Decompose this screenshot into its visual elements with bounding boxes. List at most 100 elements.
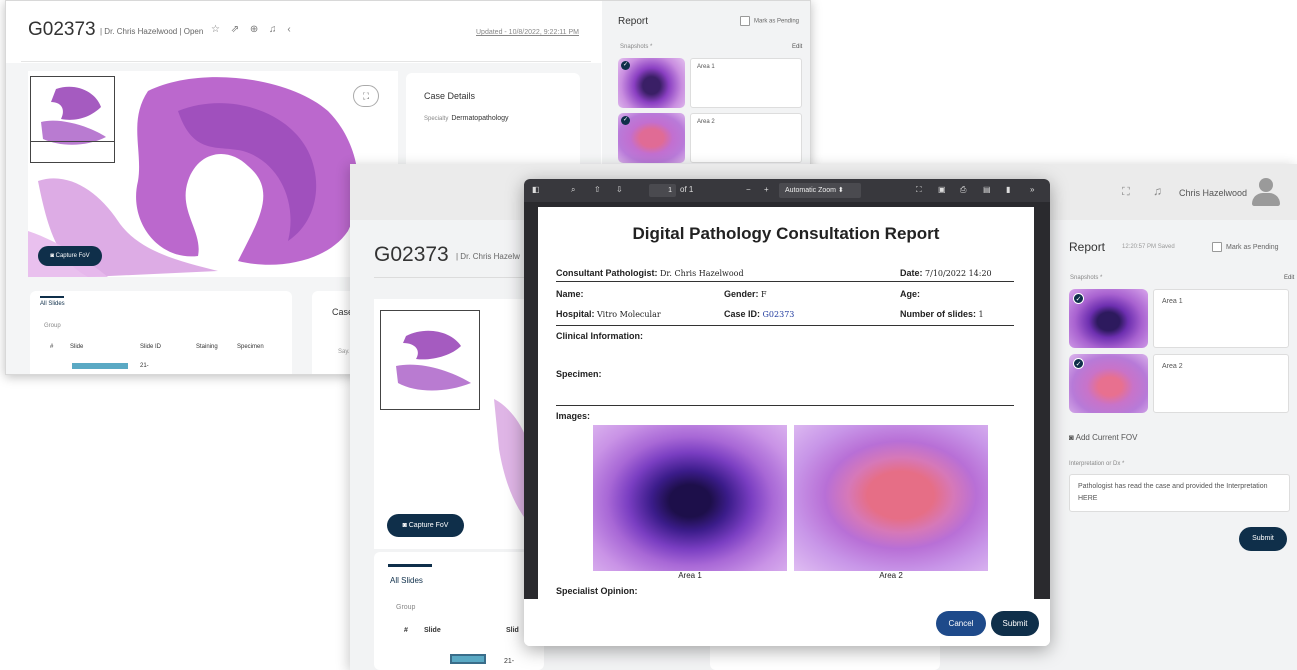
open-file-icon[interactable]: ▣ xyxy=(938,185,946,194)
date-field: Date: 7/10/2022 14:20 xyxy=(900,268,992,278)
slides-card: All Slides Group # Slide Slid 21- xyxy=(374,552,544,670)
field-label: Specialist Opinion: xyxy=(556,586,638,596)
updated-link[interactable]: Updated - 10/8/2022, 9:22:11 PM xyxy=(476,29,579,36)
divider xyxy=(556,281,1014,282)
divider xyxy=(556,325,1014,326)
report-panel: Report 12:20:57 PM Saved Mark as Pending… xyxy=(1056,220,1297,670)
report-title: Report xyxy=(1069,240,1106,254)
page-total: of 1 xyxy=(680,185,694,194)
interpretation-label: Interpretation or Dx * xyxy=(1069,461,1125,467)
report-title: Report xyxy=(618,16,649,27)
capture-fov-button[interactable]: ◙ Capture FoV xyxy=(387,514,464,537)
pdf-preview-modal: ◧ ⌕ ⇧ ⇩ 1 of 1 − + Automatic Zoom ⬍ ⛶ ▣ … xyxy=(524,179,1050,646)
cancel-button[interactable]: Cancel xyxy=(936,611,986,636)
field-label: Case ID: xyxy=(724,309,761,319)
snapshot-label: Area 2 xyxy=(697,119,715,125)
more-tools-icon[interactable]: » xyxy=(1030,185,1034,194)
fullscreen-button[interactable]: ⛶ xyxy=(353,85,379,107)
pdf-viewport[interactable]: Digital Pathology Consultation Report Co… xyxy=(524,202,1050,599)
add-fov-button[interactable]: ◙ Add Current FOV xyxy=(1069,433,1137,442)
submit-button[interactable]: Submit xyxy=(991,611,1039,636)
snapshot-image[interactable]: ✓ xyxy=(1069,354,1148,413)
field-value: Dr. Chris Hazelwood xyxy=(660,269,744,278)
slide-thumbnail[interactable] xyxy=(450,654,486,664)
sidebar-toggle-icon[interactable]: ◧ xyxy=(532,185,540,194)
case-id: G02373 xyxy=(28,19,96,40)
next-page-icon[interactable]: ⇩ xyxy=(616,185,623,194)
snapshots-label: Snapshots * xyxy=(1070,275,1103,281)
bell-icon[interactable]: ♫ xyxy=(1153,184,1162,198)
minimap-box[interactable] xyxy=(380,310,480,410)
specimen-field: Specimen: xyxy=(556,369,602,379)
edit-button[interactable]: Edit xyxy=(1284,275,1294,281)
case-details-card: Case Details Specialty Dermatopathology xyxy=(406,73,580,173)
field-label: Hospital: xyxy=(556,309,595,319)
field-label: Consultant Pathologist: xyxy=(556,268,658,278)
column-header: # xyxy=(404,627,408,634)
tab-all-slides[interactable]: All Slides xyxy=(40,301,65,307)
tab-all-slides[interactable]: All Slides xyxy=(390,576,423,585)
camera-icon: ◙ xyxy=(1069,433,1076,442)
specialty-value: Dermatopathology xyxy=(451,115,509,122)
snapshot-image[interactable]: ✓ xyxy=(618,113,685,163)
field-value: 7/10/2022 14:20 xyxy=(925,269,992,278)
previous-page-icon[interactable]: ⇧ xyxy=(594,185,601,194)
tab-indicator xyxy=(40,296,64,298)
slide-thumbnail[interactable] xyxy=(72,363,128,369)
saved-status: 12:20:57 PM Saved xyxy=(1122,244,1175,250)
download-icon[interactable]: ▤ xyxy=(983,185,991,194)
snapshot-image[interactable]: ✓ xyxy=(618,58,685,108)
presentation-mode-icon[interactable]: ⛶ xyxy=(916,185,922,195)
minimap-tissue xyxy=(41,86,106,145)
area-2-image xyxy=(794,425,988,571)
field-label: Age: xyxy=(900,289,920,299)
zoom-out-icon[interactable]: − xyxy=(746,185,751,194)
image-caption: Area 1 xyxy=(678,571,702,580)
column-header: Staining xyxy=(196,344,218,350)
group-label: Group xyxy=(44,323,61,329)
column-header: Slid xyxy=(506,627,519,634)
user-name[interactable]: Chris Hazelwood xyxy=(1179,188,1247,198)
snapshot-note[interactable]: Area 2 xyxy=(690,113,802,163)
field-value: Vitro Molecular xyxy=(597,310,661,319)
snapshot-image[interactable]: ✓ xyxy=(1069,289,1148,348)
mark-pending-checkbox[interactable]: Mark as Pending xyxy=(1212,242,1279,252)
column-header: Slide ID xyxy=(140,344,162,350)
snapshot-note[interactable]: Area 2 xyxy=(1153,354,1289,413)
pdf-toolbar: ◧ ⌕ ⇧ ⇩ 1 of 1 − + Automatic Zoom ⬍ ⛶ ▣ … xyxy=(524,179,1050,202)
checkbox-icon xyxy=(740,16,750,26)
column-header: # xyxy=(50,344,54,350)
avatar[interactable] xyxy=(1252,178,1280,206)
divider xyxy=(21,61,591,62)
snapshot-label: Area 1 xyxy=(1162,298,1183,305)
minimap-box[interactable] xyxy=(30,76,115,163)
zoom-in-icon[interactable]: + xyxy=(764,185,769,194)
header-action-icons[interactable]: ☆ ⇗ ⊕ ♫ ‹ xyxy=(211,24,295,35)
snapshot-note[interactable]: Area 1 xyxy=(1153,289,1289,348)
minimap-divider xyxy=(30,141,115,142)
search-icon[interactable]: ⌕ xyxy=(571,185,575,195)
mark-pending-checkbox[interactable]: Mark as Pending xyxy=(740,16,799,26)
snapshot-label: Area 1 xyxy=(697,64,715,70)
capture-fov-button[interactable]: ◙ Capture FoV xyxy=(38,246,102,266)
clinical-info-field: Clinical Information: xyxy=(556,331,643,341)
pdf-page: Digital Pathology Consultation Report Co… xyxy=(538,207,1034,599)
slide-id: 21- xyxy=(140,363,149,369)
edit-button[interactable]: Edit xyxy=(792,44,802,50)
print-icon[interactable]: ⎙ xyxy=(960,185,966,195)
case-header: G02373 | Dr. Chris Hazelwood | Open ☆ ⇗ … xyxy=(6,1,591,61)
submit-button[interactable]: Submit xyxy=(1239,527,1287,551)
field-value: 1 xyxy=(978,310,984,319)
snapshot-note[interactable]: Area 1 xyxy=(690,58,802,108)
zoom-select[interactable]: Automatic Zoom ⬍ xyxy=(779,183,861,198)
bookmark-icon[interactable]: ▮ xyxy=(1006,185,1010,194)
check-icon: ✓ xyxy=(621,61,630,70)
image-caption: Area 2 xyxy=(879,571,903,580)
field-label: Clinical Information: xyxy=(556,331,644,341)
slides-card: All Slides Group # Slide Slide ID Staini… xyxy=(30,291,292,374)
field-label: Number of slides: xyxy=(900,309,977,319)
page-number-input[interactable]: 1 xyxy=(649,184,676,197)
expand-icon[interactable]: ⛶ xyxy=(1122,186,1130,199)
interpretation-input[interactable]: Pathologist has read the case and provid… xyxy=(1069,474,1290,512)
mark-pending-label: Mark as Pending xyxy=(1226,243,1279,251)
